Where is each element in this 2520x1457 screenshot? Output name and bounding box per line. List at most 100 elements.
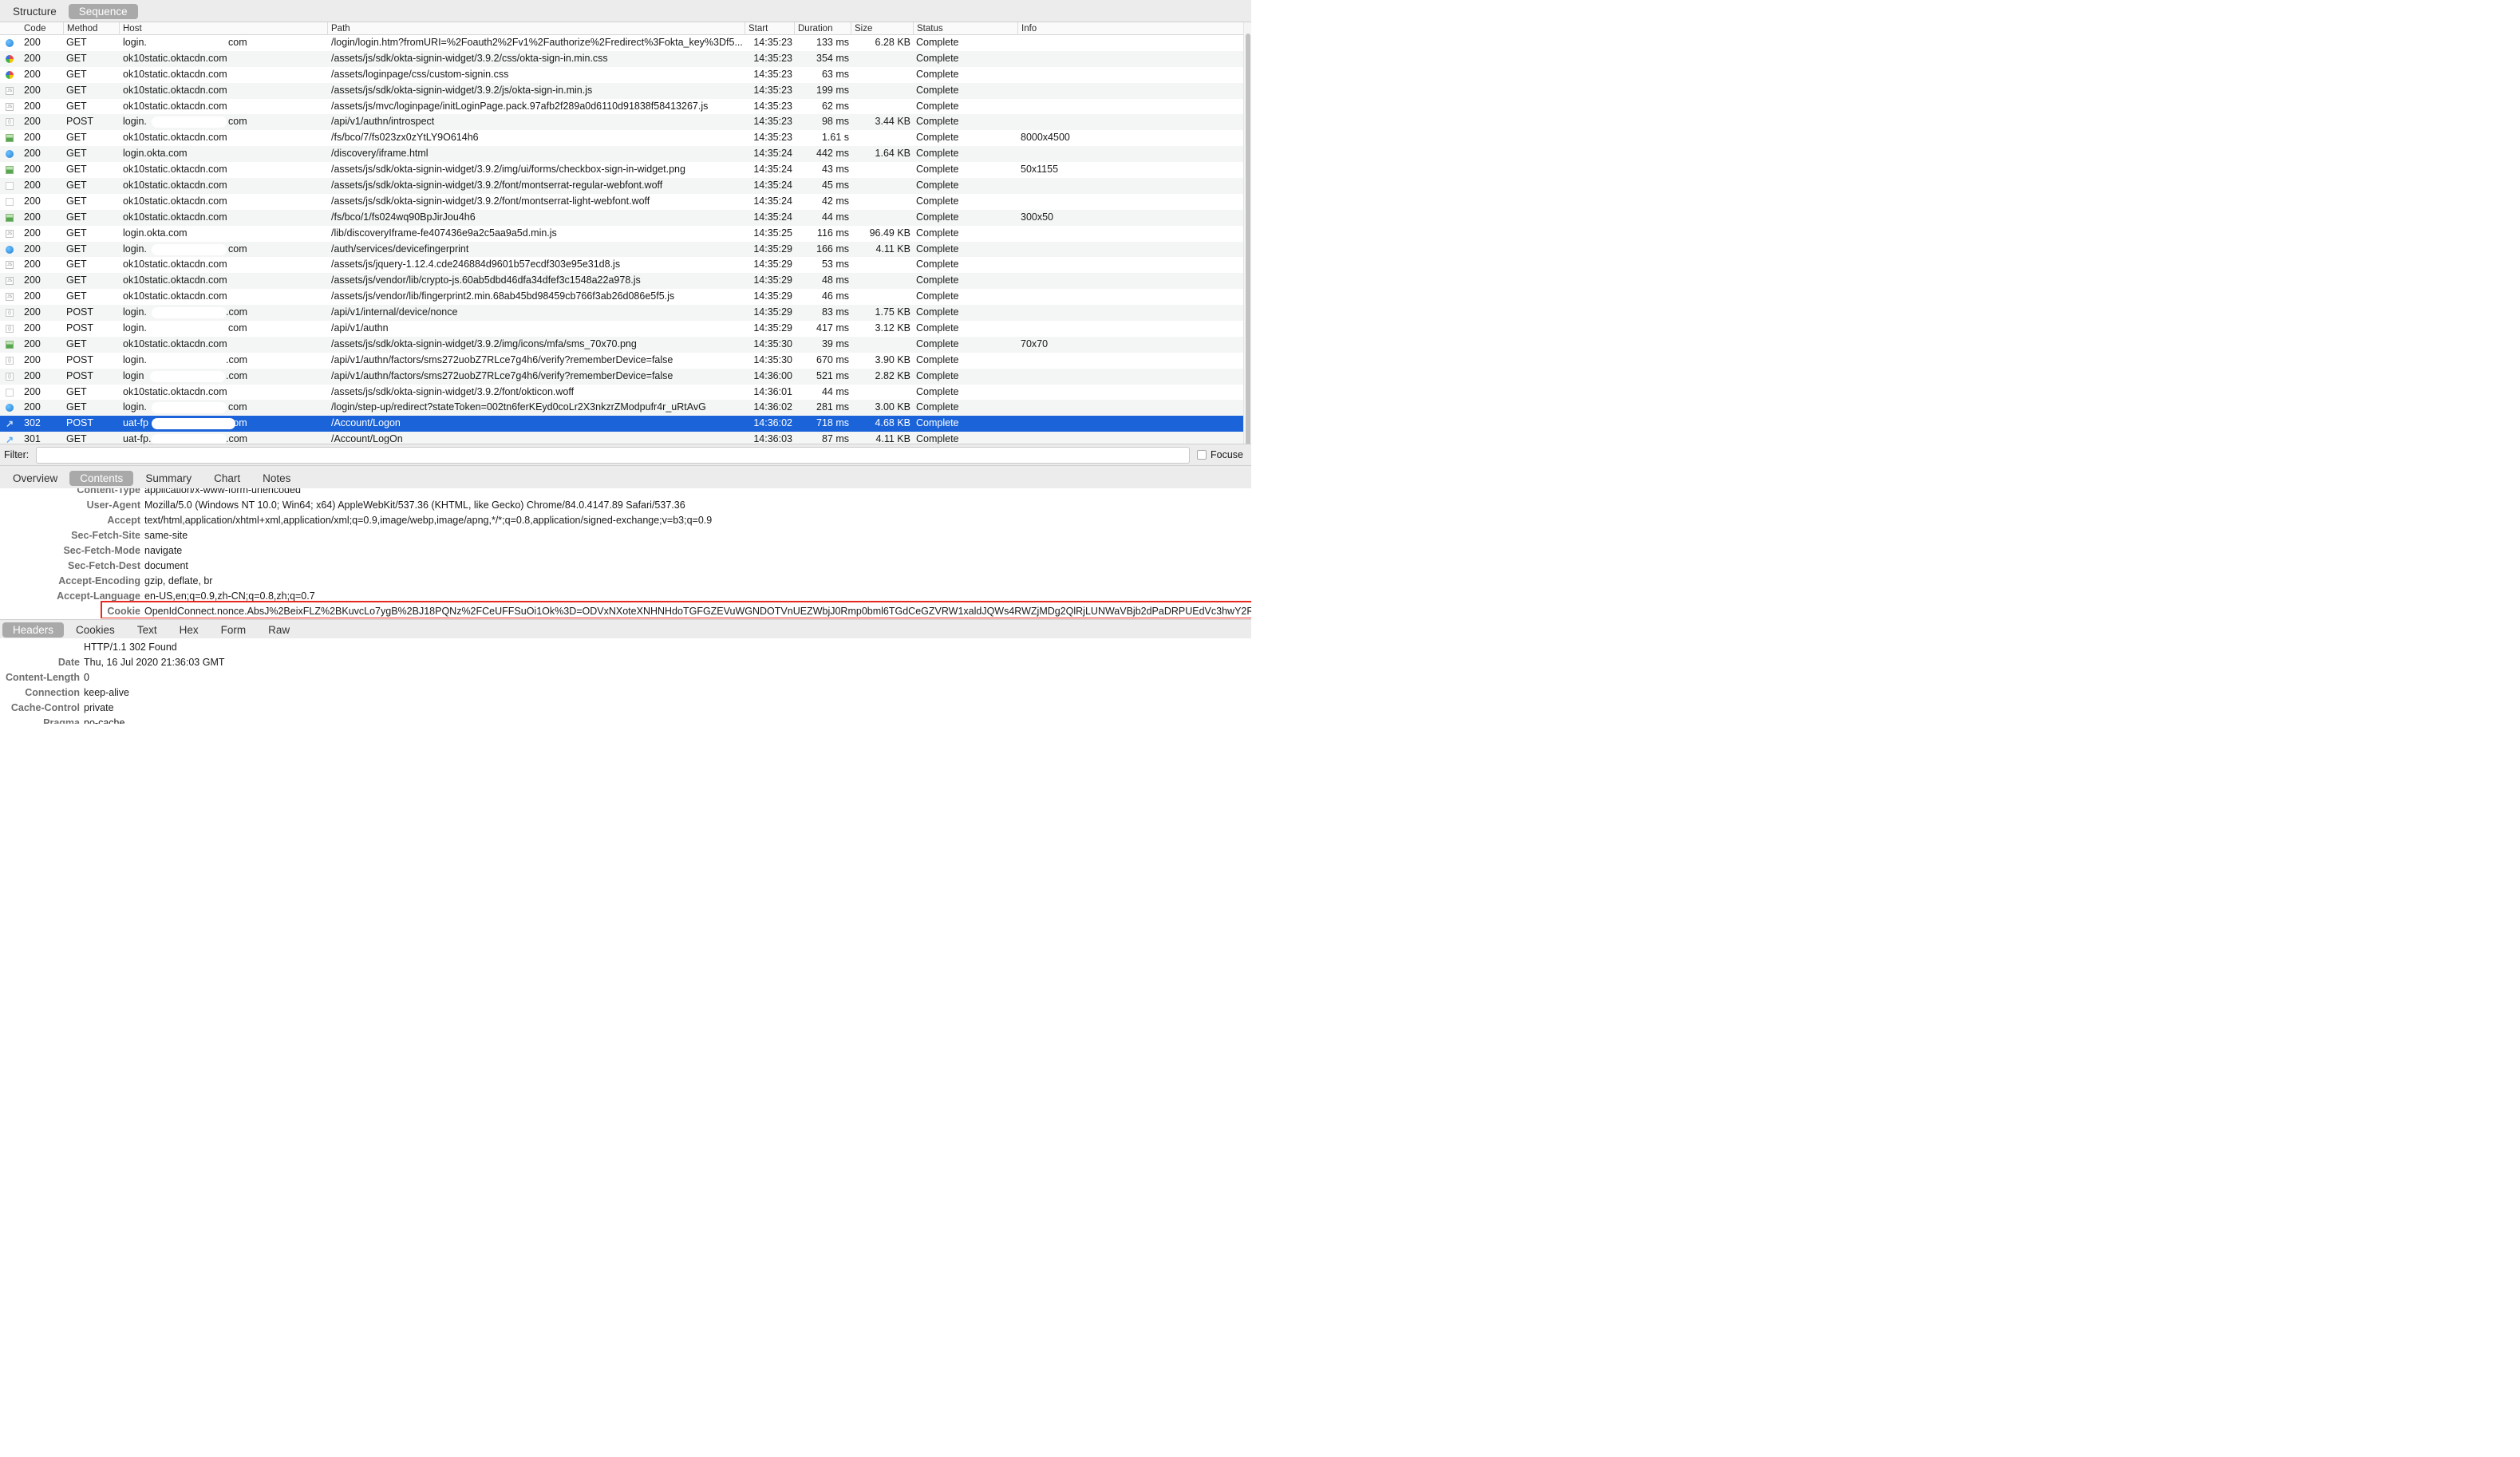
tab-hex[interactable]: Hex [169, 622, 209, 638]
css-file-icon [6, 54, 14, 63]
header-name: Cookie [107, 606, 140, 617]
cell-info [1021, 385, 1243, 401]
cell-start: 14:35:29 [753, 274, 792, 286]
column-start[interactable]: Start [745, 22, 794, 35]
table-row[interactable]: ↗ 302 POST uat-fp/Account/Logon 14:36:02 718 … [0, 416, 1243, 432]
tab-raw[interactable]: Raw [258, 622, 300, 638]
cell-info [1021, 99, 1243, 115]
cell-code: 200 [24, 195, 41, 207]
tab-overview[interactable]: Overview [2, 471, 68, 486]
table-row[interactable]: 200 GET ok10static.oktacdn.com/assets/js/s… [0, 50, 1243, 67]
table-row[interactable]: 200 GET ok10static.oktacdn.com/fs/bco/1/fs… [0, 209, 1243, 226]
cell-method: POST [66, 369, 94, 381]
table-row[interactable]: JS 200 GET ok10static.oktacdn.com/assets/js… [0, 289, 1243, 305]
json-file-icon: {} [6, 325, 14, 334]
cell-code: 200 [24, 401, 41, 413]
cell-duration: 53 ms [821, 259, 849, 270]
cell-code: 200 [24, 306, 41, 318]
column-code[interactable]: Code [21, 22, 63, 35]
cell-info [1021, 257, 1243, 273]
image-file-icon [6, 340, 14, 349]
request-tab-bar: Overview Contents Summary Chart Notes [0, 466, 1251, 488]
table-row[interactable]: JS 200 GET ok10static.oktacdn.com/assets/js… [0, 257, 1243, 273]
table-scrollbar[interactable] [1243, 22, 1251, 448]
column-host[interactable]: Host [119, 22, 327, 35]
column-path[interactable]: Path [327, 22, 745, 35]
table-row[interactable]: 200 GET login.okta.com/discovery/iframe.ht… [0, 146, 1243, 163]
column-status[interactable]: Status [913, 22, 1017, 35]
table-row[interactable]: 200 GET login./login/login.htm?fromURI=%2F… [0, 35, 1243, 51]
table-row[interactable]: {} 200 POST login./api/v1/internal/device/n… [0, 305, 1243, 322]
cell-status: Complete [916, 148, 959, 160]
scrollbar-thumb[interactable] [1246, 34, 1250, 448]
cell-start: 14:35:29 [753, 290, 792, 302]
html-document-icon [6, 39, 14, 47]
cell-path: /assets/js/sdk/okta-signin-widget/3.9.2/… [331, 338, 637, 349]
column-duration[interactable]: Duration [794, 22, 851, 35]
table-row[interactable]: JS 200 GET login.okta.com/lib/discoveryIfra… [0, 226, 1243, 242]
redacted-host-mask [152, 418, 235, 430]
table-row[interactable]: JS 200 GET ok10static.oktacdn.com/assets/js… [0, 273, 1243, 290]
cell-info [1021, 35, 1243, 51]
table-row[interactable]: {} 200 POST login./api/v1/authn/introspect 1… [0, 114, 1243, 131]
table-row[interactable]: {} 200 POST login./api/v1/authn 14:35:29 417 … [0, 321, 1243, 337]
cell-path: /assets/js/sdk/okta-signin-widget/3.9.2/… [331, 164, 685, 176]
tab-contents[interactable]: Contents [69, 471, 134, 486]
table-row[interactable]: 200 GET ok10static.oktacdn.com/assets/js/s… [0, 385, 1243, 401]
table-row[interactable]: 200 GET login./auth/services/devicefingerp… [0, 241, 1243, 258]
cell-path: /assets/js/jquery-1.12.4.cde246884d9601b… [331, 259, 621, 270]
filter-input[interactable] [36, 447, 1190, 464]
table-row[interactable]: 200 GET ok10static.oktacdn.com/assets/js/s… [0, 162, 1243, 178]
tab-sequence[interactable]: Sequence [68, 4, 138, 19]
header-value: no-cache [84, 717, 125, 724]
table-row[interactable]: ↗ 301 GET uat-fp./Account/LogOn 14:36:03 87 m… [0, 432, 1243, 444]
table-row[interactable]: 200 GET ok10static.oktacdn.com/assets/js/s… [0, 178, 1243, 194]
request-header-row: Accept-Encoding gzip, deflate, br [0, 574, 1251, 589]
cell-start: 14:35:30 [753, 338, 792, 349]
cell-host-suffix: com [228, 401, 247, 413]
table-row[interactable]: {} 200 POST login/api/v1/authn/factors/sms2… [0, 368, 1243, 385]
cell-path: /api/v1/authn [331, 322, 389, 334]
cell-method: POST [66, 306, 94, 318]
tab-summary[interactable]: Summary [135, 471, 202, 486]
image-file-icon [6, 166, 14, 175]
tab-headers[interactable]: Headers [2, 622, 65, 638]
tab-form[interactable]: Form [211, 622, 257, 638]
cell-info [1021, 416, 1243, 432]
cell-status: Complete [916, 433, 959, 444]
table-row[interactable]: JS 200 GET ok10static.oktacdn.com/assets/js… [0, 82, 1243, 99]
table-row[interactable]: JS 200 GET ok10static.oktacdn.com/assets/js… [0, 99, 1243, 115]
header-name: Sec-Fetch-Dest [68, 560, 140, 571]
json-file-icon: {} [6, 309, 14, 318]
table-row[interactable]: 200 GET login./login/step-up/redirect?stat… [0, 400, 1243, 417]
table-row[interactable]: {} 200 POST login./api/v1/authn/factors/sms… [0, 353, 1243, 369]
tab-notes[interactable]: Notes [252, 471, 301, 486]
column-method[interactable]: Method [63, 22, 119, 35]
tab-chart[interactable]: Chart [203, 471, 251, 486]
table-row[interactable]: 200 GET ok10static.oktacdn.com/fs/bco/7/fs… [0, 130, 1243, 146]
tab-cookies[interactable]: Cookies [65, 622, 125, 638]
cell-info [1021, 273, 1243, 289]
column-size[interactable]: Size [851, 22, 913, 35]
column-info[interactable]: Info [1017, 22, 1243, 35]
header-name: Sec-Fetch-Mode [63, 545, 140, 556]
focus-checkbox[interactable] [1197, 450, 1207, 460]
table-row[interactable]: 200 GET ok10static.oktacdn.com/assets/js/s… [0, 194, 1243, 210]
cell-status: Complete [916, 385, 959, 397]
cell-size: 2.82 KB [875, 369, 910, 381]
cell-host-suffix: com [228, 417, 247, 429]
cell-status: Complete [916, 353, 959, 365]
response-header-row: Connection keep-alive [0, 685, 1251, 701]
request-table: Code Method Host Path Start Duration Siz… [0, 22, 1243, 444]
cell-start: 14:35:25 [753, 227, 792, 239]
request-header-row: Sec-Fetch-Site same-site [0, 528, 1251, 543]
table-row[interactable]: 200 GET ok10static.oktacdn.com/assets/js/s… [0, 336, 1243, 353]
request-header-row: Accept text/html,application/xhtml+xml,ap… [0, 513, 1251, 528]
tab-structure[interactable]: Structure [2, 4, 67, 19]
request-header-row: Content-Type application/x-www-form-urlen… [0, 488, 1251, 498]
request-header-row: Cookie OpenIdConnect.nonce.AbsJ%2BeixFLZ%… [0, 604, 1251, 618]
tab-text[interactable]: Text [127, 622, 168, 638]
cell-size: 6.28 KB [875, 37, 910, 48]
table-row[interactable]: 200 GET ok10static.oktacdn.com/assets/logi… [0, 67, 1243, 83]
cell-method: GET [66, 338, 87, 349]
